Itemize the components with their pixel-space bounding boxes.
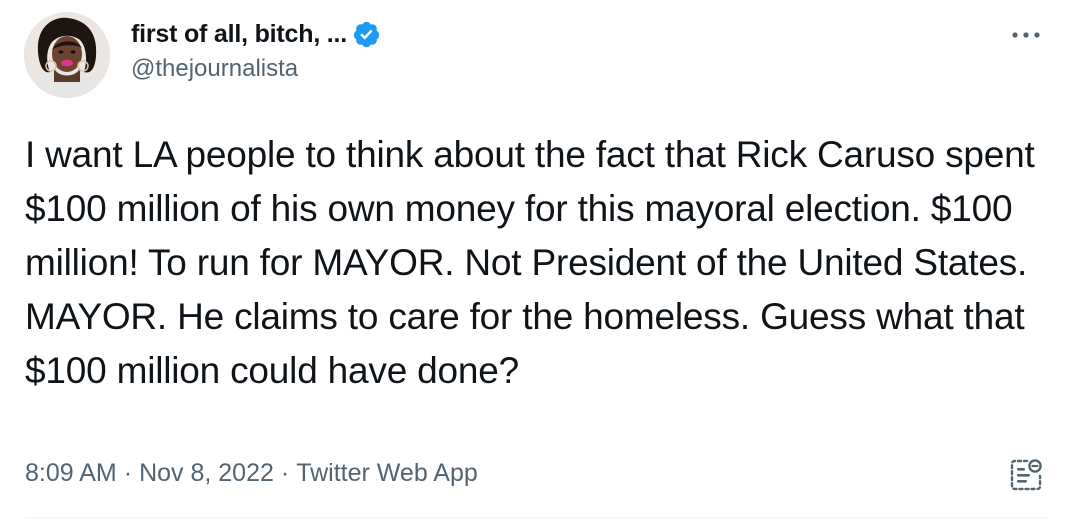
profile-photo-avatar-icon	[24, 12, 110, 98]
author-handle[interactable]: @thejournalista	[131, 55, 298, 83]
view-tweet-analytics-icon	[1010, 459, 1042, 491]
author-name-row[interactable]: first of all, bitch, ...	[131, 17, 381, 51]
avatar[interactable]	[24, 12, 110, 98]
tweet-date[interactable]: Nov 8, 2022	[139, 459, 274, 488]
author-display-name[interactable]: first of all, bitch, ...	[131, 20, 347, 49]
divider	[25, 517, 1050, 518]
tweet-source[interactable]: Twitter Web App	[296, 459, 478, 488]
tweet-metadata: 8:09 AM · Nov 8, 2022 · Twitter Web App	[25, 455, 478, 491]
tweet-card: first of all, bitch, ... @thejournalista…	[0, 0, 1072, 526]
meta-separator: ·	[280, 458, 290, 487]
verified-badge-icon	[353, 21, 380, 47]
tweet-time[interactable]: 8:09 AM	[25, 459, 117, 488]
meta-separator: ·	[123, 458, 133, 487]
more-options-button[interactable]	[1004, 18, 1048, 52]
more-options-icon	[1012, 32, 1040, 38]
tweet-text: I want LA people to think about the fact…	[25, 134, 1045, 391]
view-tweet-analytics-button[interactable]	[1004, 453, 1048, 497]
